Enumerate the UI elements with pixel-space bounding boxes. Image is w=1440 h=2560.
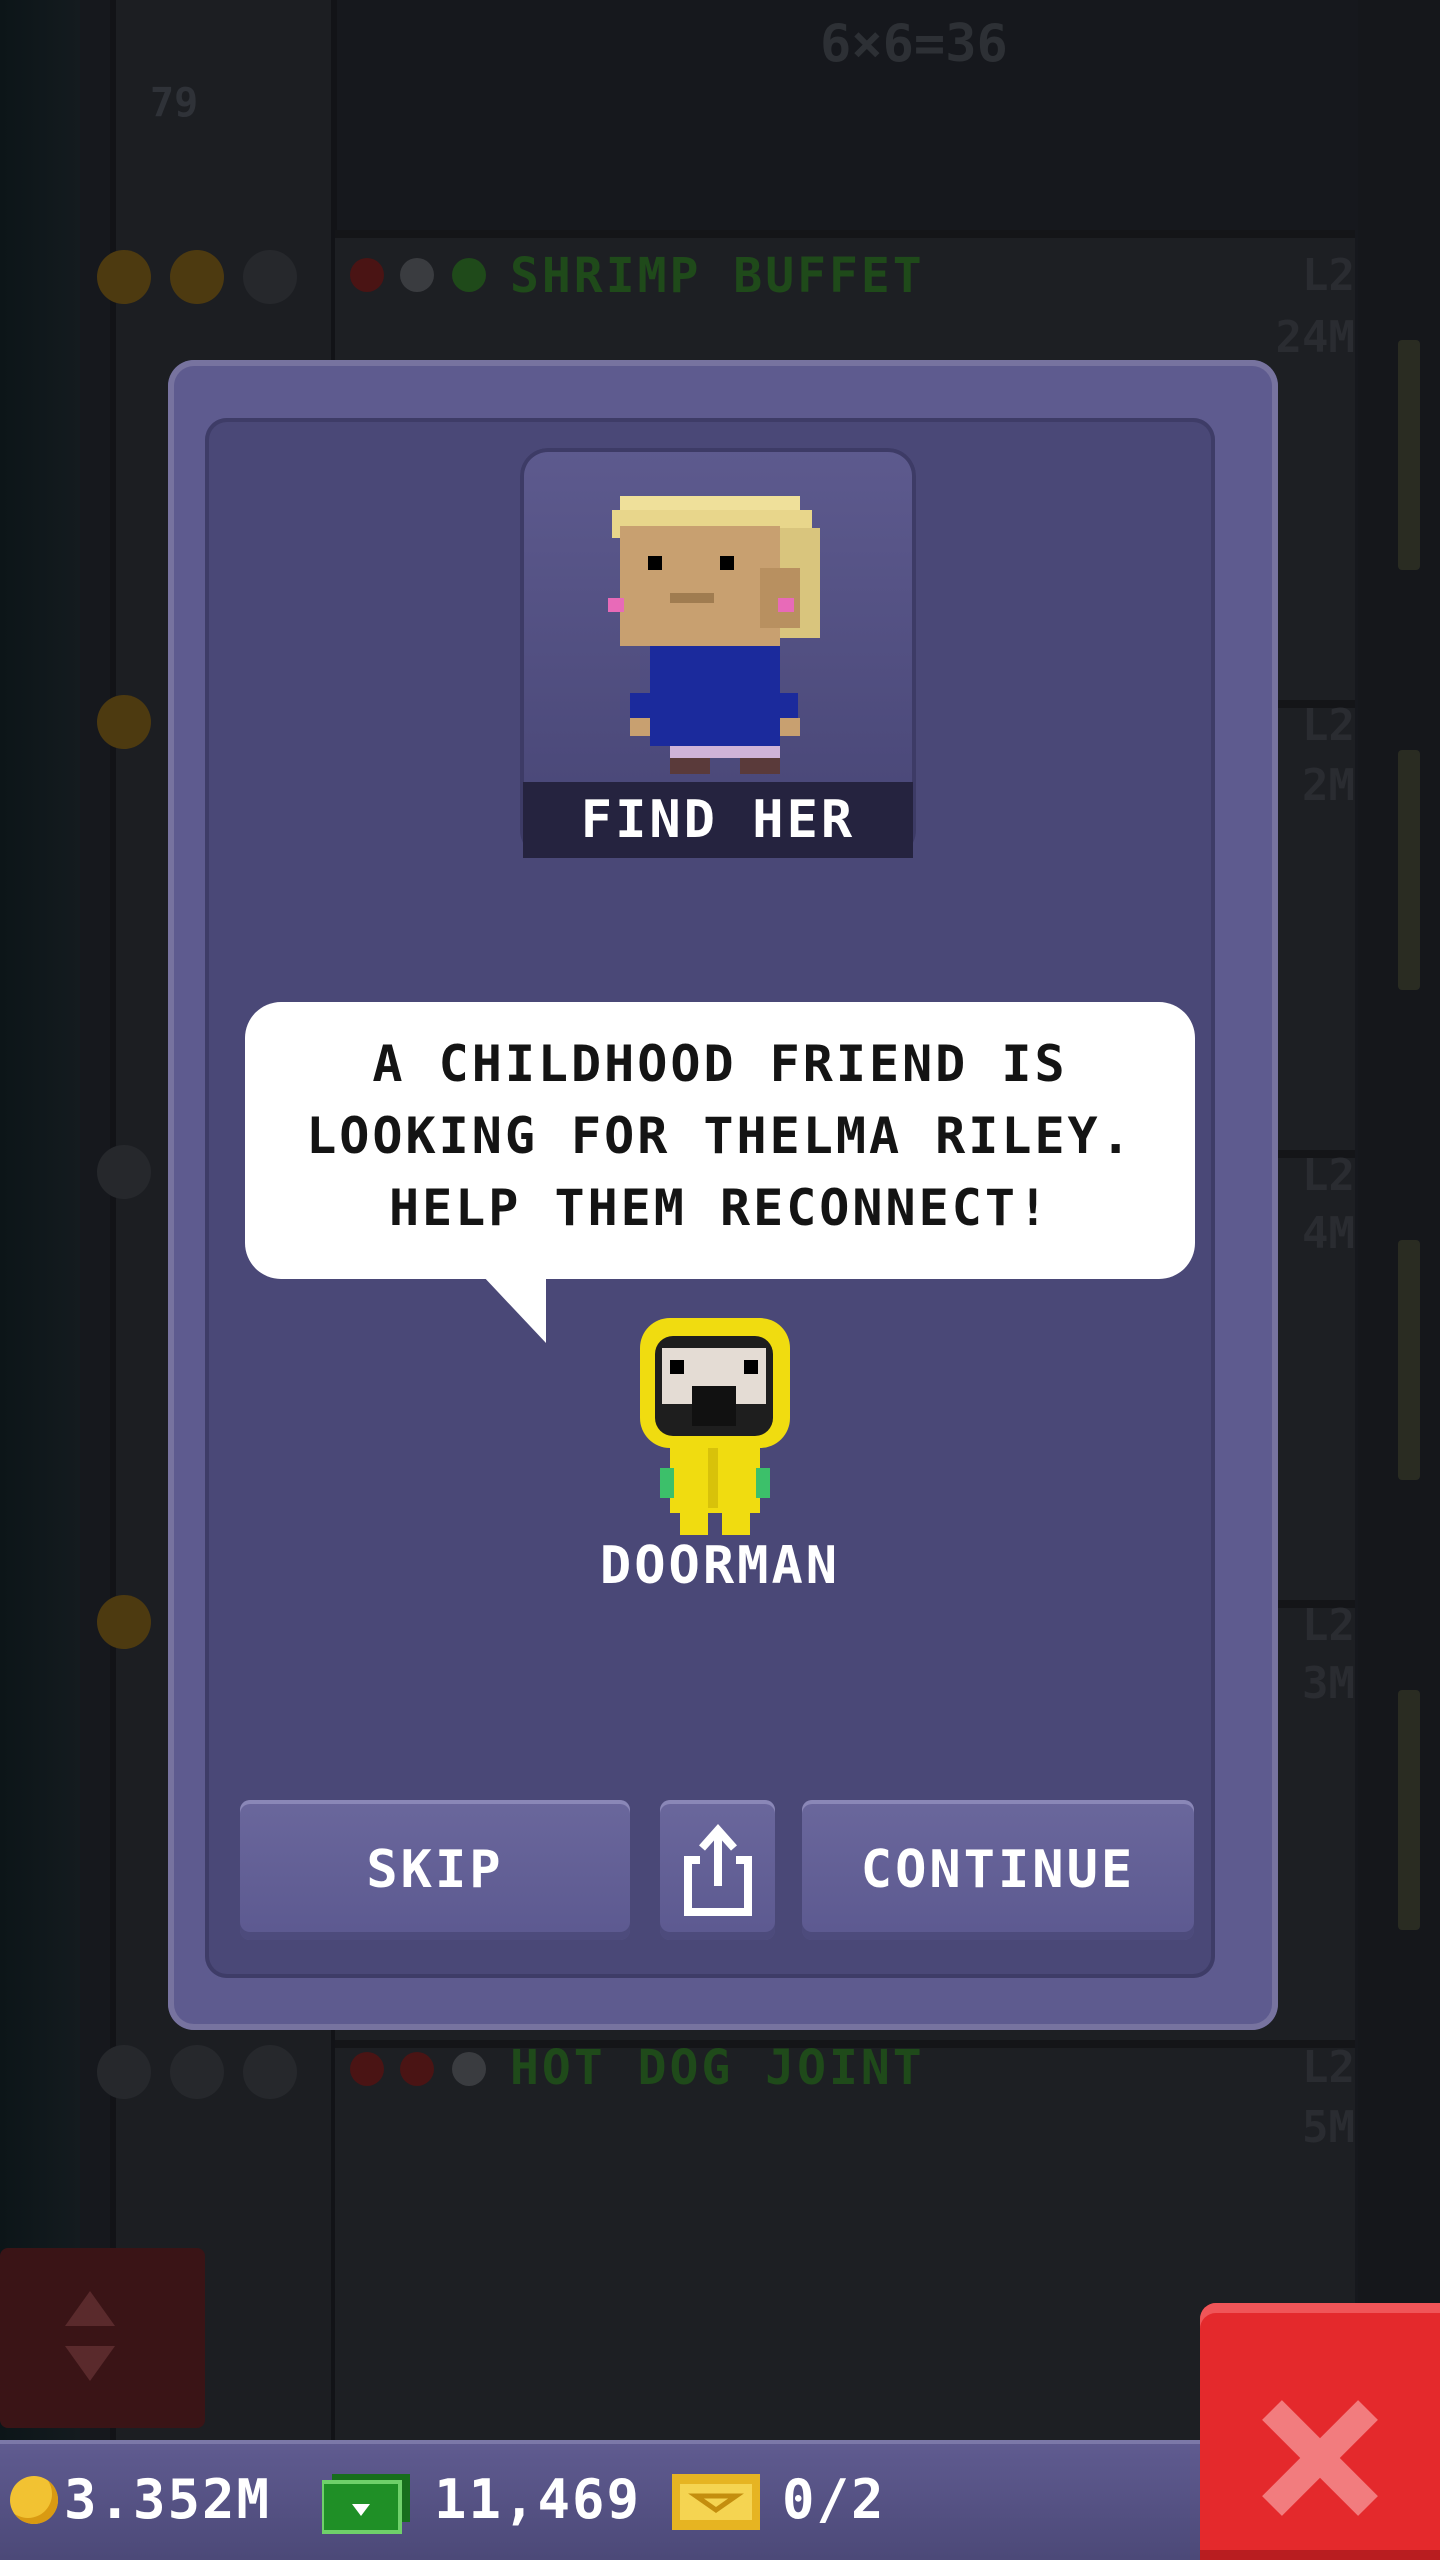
floor-cost: 2M bbox=[1302, 760, 1355, 811]
star-icon bbox=[97, 1595, 151, 1649]
npc-name: DOORMAN bbox=[599, 1536, 841, 1596]
mission-title: FIND HER bbox=[523, 782, 913, 858]
game-screen: 79 6×6=36 SHRIMP BUFFET L2 24M L2 2M L2 … bbox=[0, 0, 1440, 2560]
floor-cost: 4M bbox=[1302, 1208, 1355, 1259]
star-icon bbox=[243, 2045, 297, 2099]
shaft-floor-number: 79 bbox=[150, 80, 199, 126]
golden-ticket-icon bbox=[672, 2474, 760, 2530]
close-status-icon bbox=[350, 2052, 384, 2086]
floor-cost: 5M bbox=[1302, 2102, 1355, 2153]
close-status-icon bbox=[350, 258, 384, 292]
coin-count: 3.352M bbox=[64, 2468, 272, 2531]
floor-level: L2 bbox=[1302, 2042, 1355, 2093]
floor-level: L2 bbox=[1302, 700, 1355, 751]
doorman-character-icon bbox=[640, 1318, 790, 1535]
check-icon bbox=[452, 258, 486, 292]
close-icon bbox=[1262, 2400, 1378, 2516]
star-icon bbox=[170, 2045, 224, 2099]
rail-bar bbox=[1398, 1240, 1420, 1480]
skip-button[interactable]: SKIP bbox=[240, 1800, 630, 1940]
speech-bubble-tail bbox=[482, 1275, 546, 1343]
star-icon bbox=[170, 250, 224, 304]
rail-bar bbox=[1398, 1690, 1420, 1930]
floor-sign-text: 6×6=36 bbox=[820, 14, 1008, 74]
mission-message: A CHILDHOOD FRIEND IS LOOKING FOR THELMA… bbox=[306, 1035, 1134, 1237]
share-button[interactable] bbox=[660, 1800, 775, 1940]
floor-level: L2 bbox=[1302, 1150, 1355, 1201]
floor-level: L2 bbox=[1302, 1600, 1355, 1651]
clock-icon bbox=[452, 2052, 486, 2086]
floor-cost: 3M bbox=[1302, 1658, 1355, 1709]
rail-bar bbox=[1398, 750, 1420, 990]
star-icon bbox=[97, 695, 151, 749]
star-icon bbox=[243, 250, 297, 304]
rail-bar bbox=[1398, 340, 1420, 570]
bux-icon bbox=[322, 2474, 410, 2534]
star-icon bbox=[97, 1145, 151, 1199]
ticket-count: 0/2 bbox=[782, 2468, 886, 2531]
star-icon bbox=[97, 250, 151, 304]
coin-icon bbox=[10, 2476, 58, 2524]
continue-button[interactable]: CONTINUE bbox=[802, 1800, 1194, 1940]
floor-cost: 24M bbox=[1275, 312, 1355, 363]
floor-title: HOT DOG JOINT bbox=[510, 2040, 925, 2096]
bux-count: 11,469 bbox=[434, 2468, 642, 2531]
elevator-car[interactable] bbox=[0, 2248, 205, 2428]
blonde-woman-character-icon bbox=[608, 496, 820, 774]
floor-title: SHRIMP BUFFET bbox=[510, 248, 925, 304]
up-down-arrows-icon bbox=[65, 2291, 115, 2381]
floor-level: L2 bbox=[1302, 250, 1355, 301]
share-icon bbox=[684, 1823, 752, 1916]
clock-icon bbox=[400, 258, 434, 292]
star-icon bbox=[97, 2045, 151, 2099]
close-status-icon bbox=[400, 2052, 434, 2086]
left-wall bbox=[0, 0, 80, 2440]
